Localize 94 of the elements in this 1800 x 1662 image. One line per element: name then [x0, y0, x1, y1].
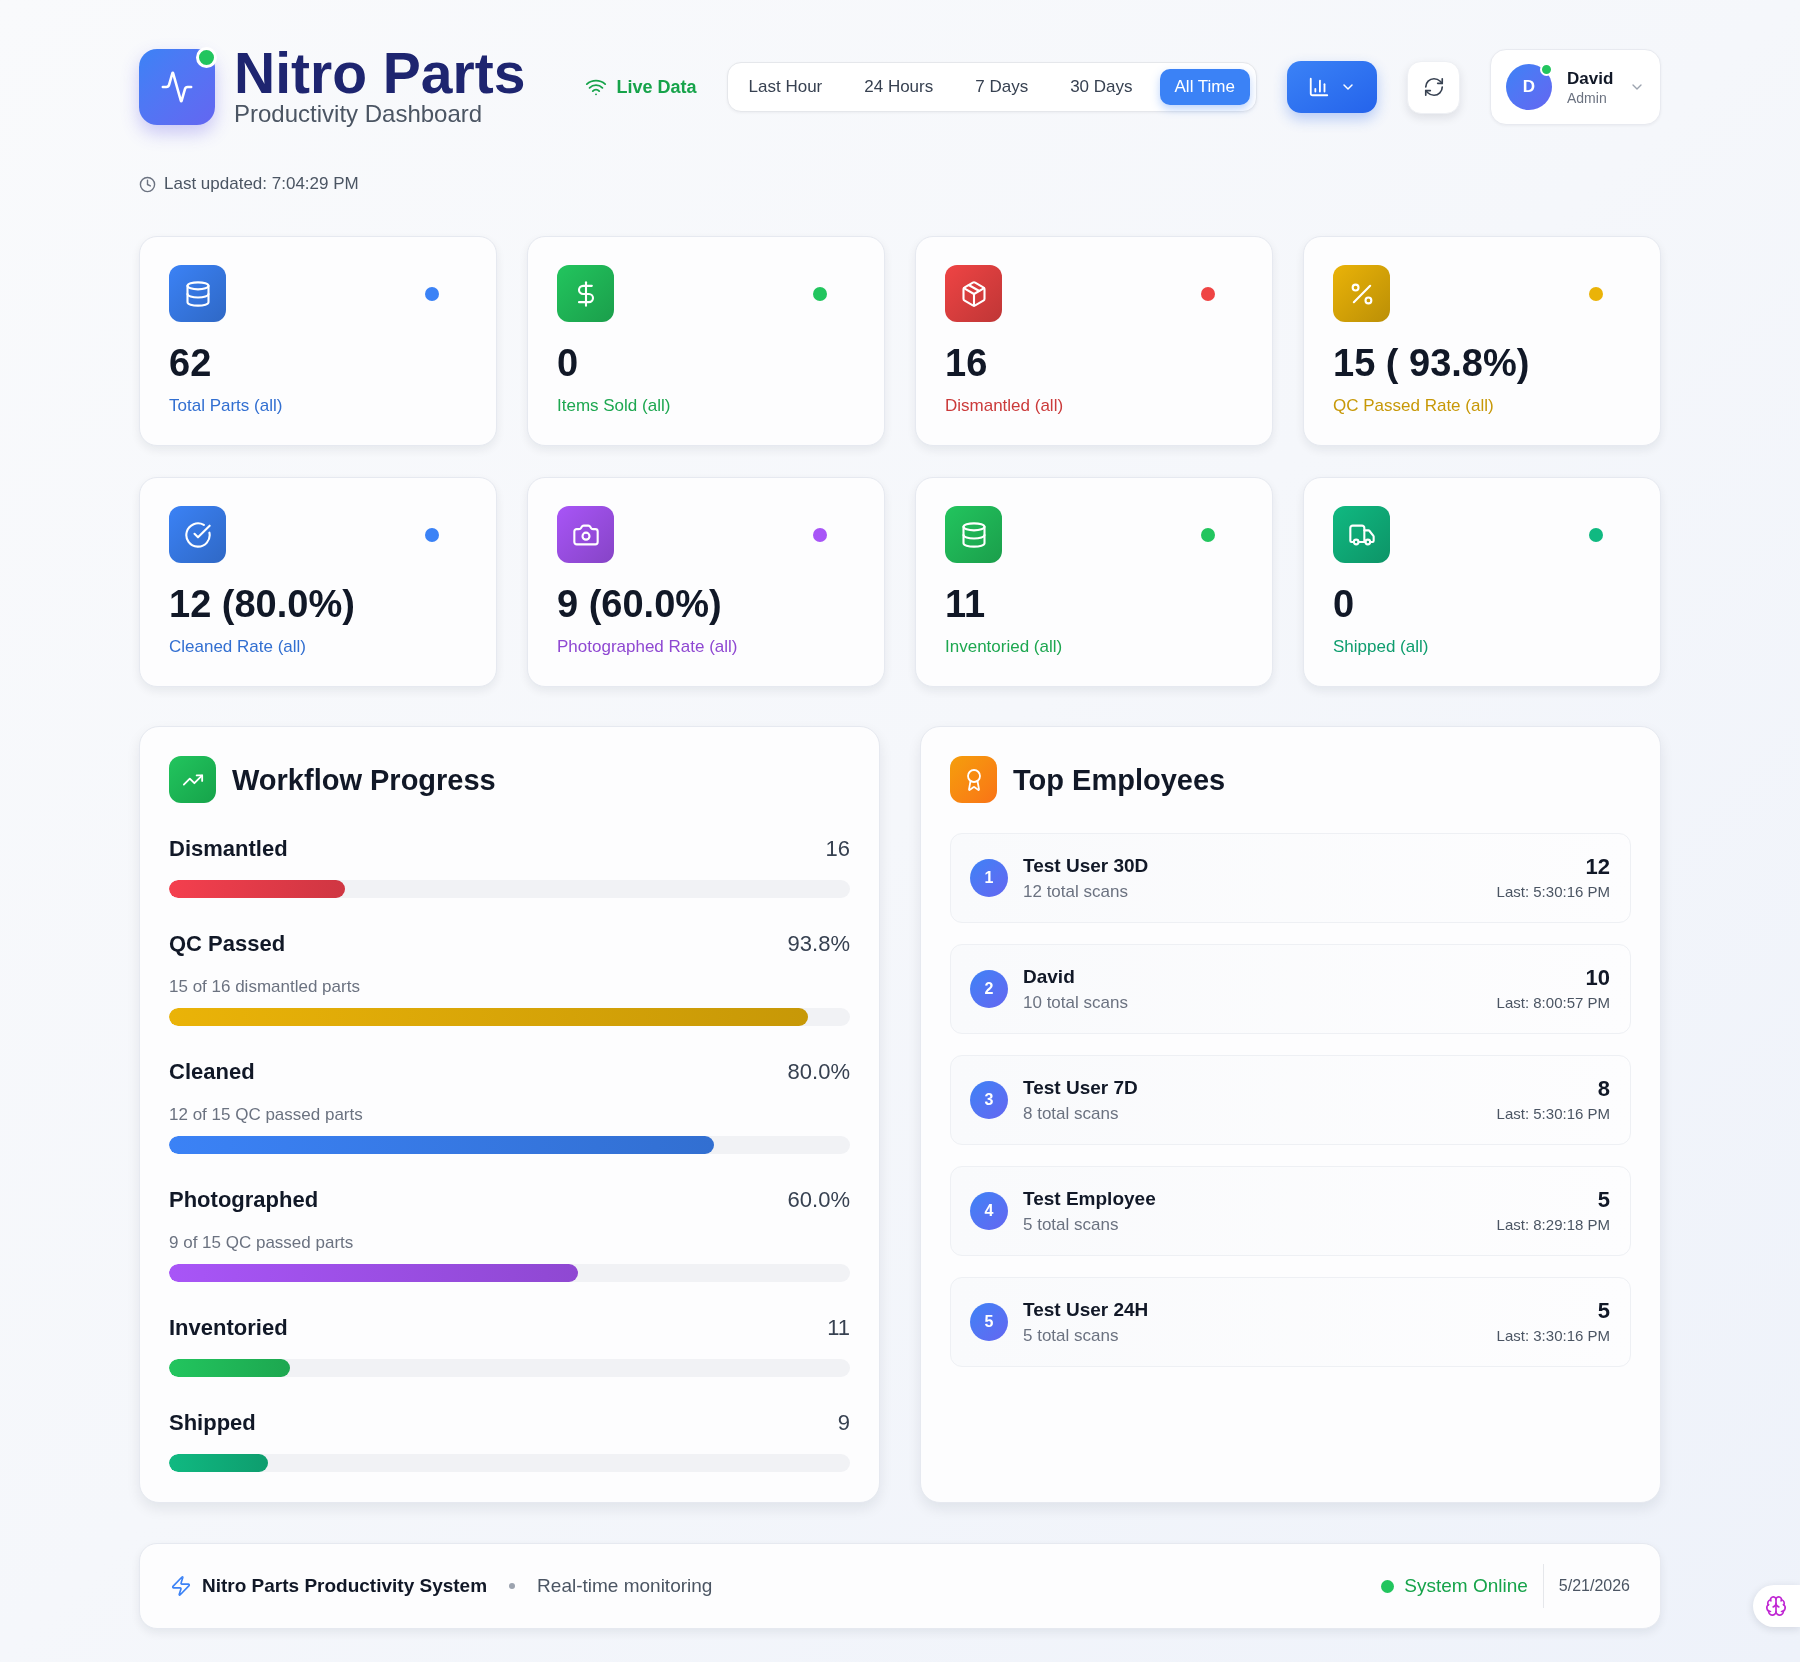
last-scan-time: Last: 8:00:57 PM: [1496, 992, 1610, 1013]
scan-total: 10 total scans: [1023, 991, 1128, 1014]
employee-name: Test User 30D: [1023, 853, 1149, 878]
time-range-tab[interactable]: Last Hour: [733, 69, 838, 105]
stage-detail: 9 of 15 QC passed parts: [169, 1232, 355, 1254]
employee-name: Test User 24H: [1023, 1297, 1149, 1322]
stat-label: QC Passed Rate (all): [1333, 395, 1495, 417]
scan-count: 5: [1597, 1298, 1610, 1323]
percent-icon: [1333, 265, 1390, 322]
employee-name: David: [1023, 964, 1076, 989]
stat-label: Total Parts (all): [169, 395, 284, 417]
stat-label: Cleaned Rate (all): [169, 636, 307, 658]
scan-total: 5 total scans: [1023, 1324, 1120, 1347]
box-icon: [945, 265, 1002, 322]
stage-value: 93.8%: [787, 931, 850, 957]
assistant-button[interactable]: [1753, 1585, 1800, 1627]
stat-label: Items Sold (all): [557, 395, 672, 417]
scan-total: 5 total scans: [1023, 1213, 1120, 1236]
stage-label: Shipped: [169, 1410, 256, 1436]
last-scan-time: Last: 5:30:16 PM: [1496, 881, 1610, 902]
stat-value: 11: [945, 582, 987, 626]
system-name: Nitro Parts Productivity System: [202, 1573, 488, 1598]
last-scan-time: Last: 5:30:16 PM: [1496, 1103, 1610, 1124]
live-data-label: Live Data: [616, 75, 697, 99]
stage-value: 16: [825, 836, 850, 862]
stat-label: Shipped (all): [1333, 636, 1430, 658]
panel-title: Workflow Progress: [232, 762, 496, 798]
trending-up-icon: [169, 756, 216, 803]
stat-value: 12 (80.0%): [169, 582, 356, 626]
lightning-icon: [170, 1575, 192, 1597]
stage-value: 60.0%: [787, 1187, 850, 1213]
app-subtitle: Productivity Dashboard: [234, 100, 484, 128]
stage-label: Inventoried: [169, 1315, 288, 1341]
bullet-icon: [509, 1583, 516, 1589]
stat-label: Inventoried (all): [945, 636, 1064, 658]
scan-count: 5: [1597, 1187, 1610, 1212]
clock-icon: [139, 175, 156, 193]
time-range-tab[interactable]: 7 Days: [960, 69, 1044, 105]
system-status: System Online: [1404, 1573, 1528, 1598]
brain-icon: [1765, 1595, 1787, 1617]
scan-count: 10: [1585, 965, 1610, 990]
stat-value: 62: [169, 341, 213, 385]
stage-label: Cleaned: [169, 1059, 255, 1085]
bar-chart-icon: [1308, 76, 1330, 98]
panel-title: Top Employees: [1013, 762, 1226, 798]
app-title: Nitro Parts: [234, 46, 526, 100]
truck-icon: [1333, 506, 1390, 563]
stat-value: 9 (60.0%): [557, 582, 723, 626]
user-role: Admin: [1567, 88, 1607, 107]
rank-badge: 5: [970, 1303, 1008, 1341]
refresh-icon: [1422, 76, 1445, 98]
user-menu-button[interactable]: D David Admin: [1490, 49, 1661, 125]
stat-value: 0: [557, 341, 580, 385]
stage-detail: 15 of 16 dismantled parts: [169, 976, 361, 998]
footer-date: 5/21/2026: [1558, 1576, 1630, 1596]
stage-label: QC Passed: [169, 931, 286, 957]
last-updated-text: Last updated: 7:04:29 PM: [164, 174, 359, 194]
stage-value: 80.0%: [787, 1059, 850, 1085]
stat-value: 0: [1333, 582, 1356, 626]
stage-detail: 12 of 15 QC passed parts: [169, 1104, 364, 1126]
employee-name: Test Employee: [1023, 1186, 1156, 1211]
user-name: David: [1567, 67, 1614, 89]
last-scan-time: Last: 3:30:16 PM: [1496, 1325, 1610, 1346]
time-range-tab[interactable]: 30 Days: [1055, 69, 1148, 105]
stage-label: Photographed: [169, 1187, 319, 1213]
time-range-tab[interactable]: All Time: [1159, 69, 1250, 105]
last-scan-time: Last: 8:29:18 PM: [1496, 1214, 1610, 1235]
stat-label: Photographed Rate (all): [557, 636, 739, 658]
scan-total: 8 total scans: [1023, 1102, 1120, 1125]
camera-icon: [557, 506, 614, 563]
stat-value: 15 ( 93.8%): [1333, 341, 1531, 385]
avatar: D: [1506, 64, 1552, 110]
rank-badge: 4: [970, 1192, 1008, 1230]
scan-total: 12 total scans: [1023, 880, 1129, 903]
rank-badge: 1: [970, 859, 1008, 897]
chart-view-button[interactable]: [1287, 61, 1377, 113]
stat-value: 16: [945, 341, 989, 385]
stat-label: Dismantled (all): [945, 395, 1065, 417]
monitoring-label: Real-time monitoring: [537, 1573, 713, 1598]
pulse-icon: [139, 49, 215, 125]
database-icon: [169, 265, 226, 322]
award-icon: [950, 756, 997, 803]
employee-name: Test User 7D: [1023, 1075, 1138, 1100]
refresh-button[interactable]: [1407, 60, 1460, 114]
database-icon: [945, 506, 1002, 563]
stage-value: 11: [827, 1315, 850, 1341]
scan-count: 12: [1585, 854, 1610, 879]
stage-value: 9: [837, 1410, 850, 1436]
rank-badge: 3: [970, 1081, 1008, 1119]
scan-count: 8: [1597, 1076, 1610, 1101]
time-range-tab[interactable]: 24 Hours: [849, 69, 949, 105]
rank-badge: 2: [970, 970, 1008, 1008]
dollar-icon: [557, 265, 614, 322]
stage-label: Dismantled: [169, 836, 288, 862]
